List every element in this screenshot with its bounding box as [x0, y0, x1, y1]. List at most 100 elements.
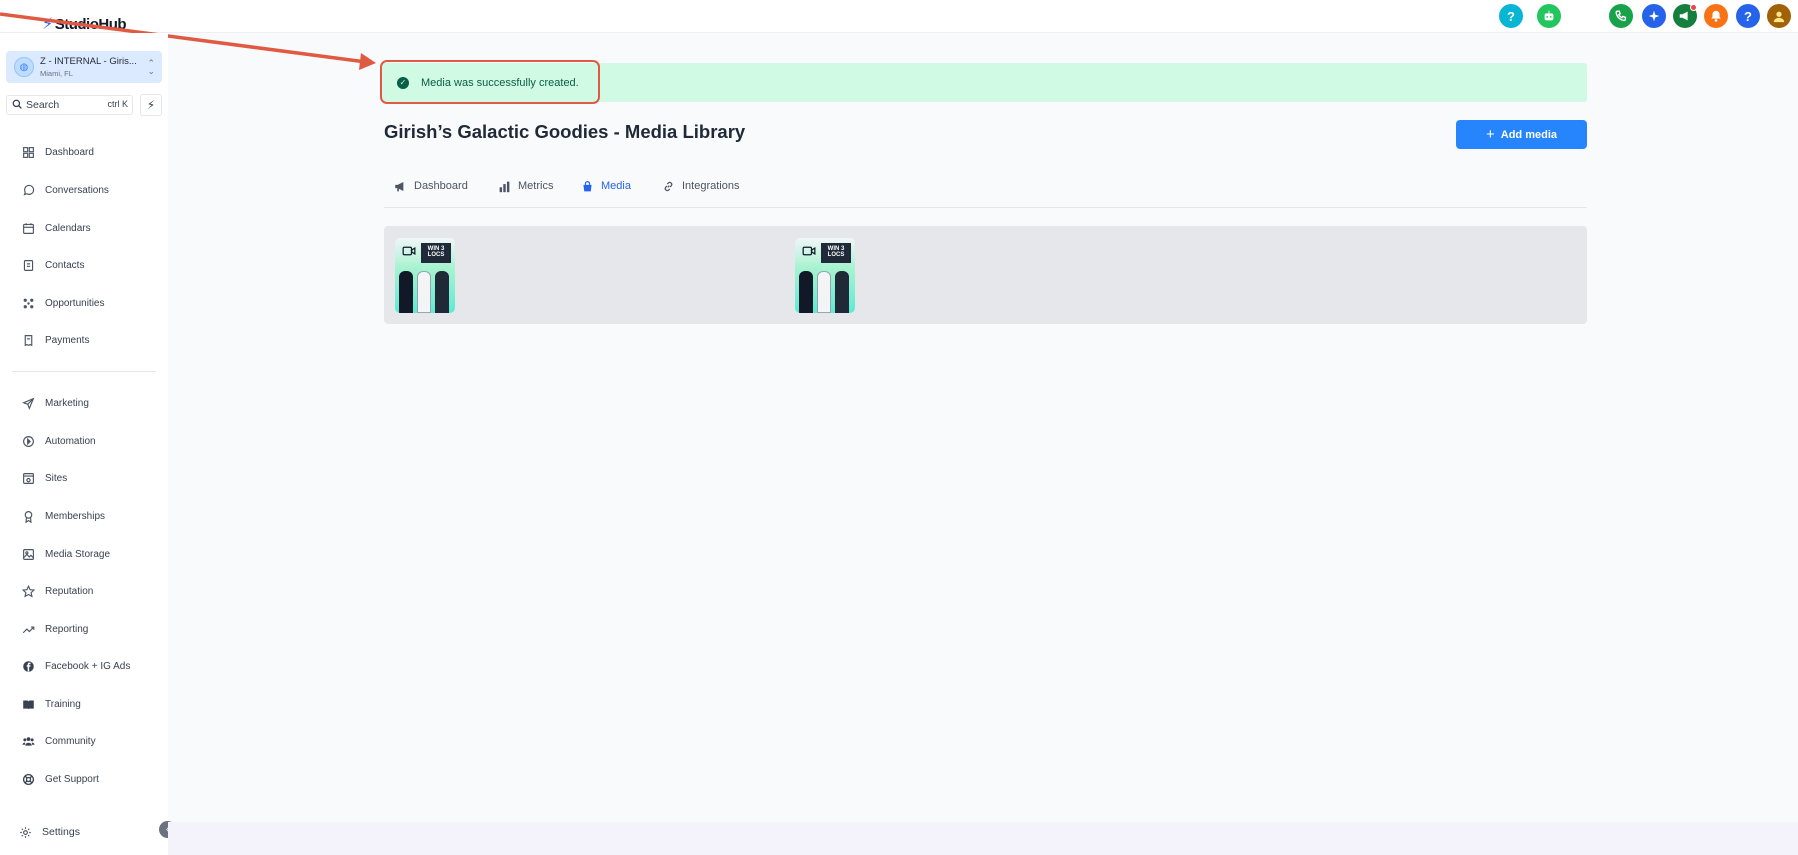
sidebar-item-label: Payments: [45, 334, 90, 346]
receipt-icon: [21, 333, 35, 347]
sidebar-item-label: Contacts: [45, 259, 85, 271]
tab-integrations[interactable]: Integrations: [661, 179, 739, 193]
account-location: Miami, FL: [40, 68, 73, 78]
sidebar-item-reporting[interactable]: Reporting: [21, 621, 88, 637]
sidebar-item-dashboard[interactable]: Dashboard: [21, 144, 94, 160]
add-media-button[interactable]: + Add media: [1456, 120, 1587, 149]
thumbnail-figure: [399, 271, 413, 313]
sidebar-item-media-storage[interactable]: Media Storage: [21, 546, 110, 562]
star-icon: [21, 584, 35, 598]
sidebar-item-label: Settings: [42, 826, 80, 838]
sidebar-divider: [12, 371, 156, 372]
video-camera-icon: [402, 246, 416, 256]
top-bar: ⚡ StudioHub ? ?: [0, 0, 1798, 33]
sidebar-item-label: Facebook + IG Ads: [45, 660, 131, 672]
thumbnail-figure: [835, 271, 849, 313]
tab-dashboard[interactable]: Dashboard: [393, 179, 468, 193]
account-avatar-icon: ◍: [14, 57, 34, 77]
search-input[interactable]: Search ctrl K: [6, 95, 133, 115]
media-thumbnail[interactable]: WIN 3 LOCS: [795, 238, 855, 313]
sidebar-item-reputation[interactable]: Reputation: [21, 583, 93, 599]
page-title: Girish’s Galactic Goodies - Media Librar…: [384, 121, 746, 142]
add-media-label: Add media: [1500, 128, 1557, 141]
video-camera-icon: [802, 246, 816, 256]
gear-icon: [18, 825, 32, 839]
sidebar-item-community[interactable]: Community: [21, 733, 96, 749]
tab-metrics[interactable]: Metrics: [497, 179, 553, 193]
plus-icon: +: [1486, 126, 1495, 143]
tab-media[interactable]: Media: [580, 179, 631, 193]
bar-chart-icon: [497, 179, 511, 193]
search-placeholder: Search: [26, 99, 60, 111]
thumbnail-figure: [799, 271, 813, 313]
tab-label: Integrations: [682, 180, 740, 192]
chevron-updown-icon: ⌃ ⌄: [147, 58, 155, 76]
sidebar-item-contacts[interactable]: Contacts: [21, 257, 84, 273]
sidebar-item-training[interactable]: Training: [21, 696, 81, 712]
link-icon: [661, 179, 675, 193]
sidebar-item-label: Reputation: [45, 585, 94, 597]
user-avatar[interactable]: [1767, 4, 1791, 28]
sidebar-item-sites[interactable]: Sites: [21, 470, 67, 486]
sidebar-item-memberships[interactable]: Memberships: [21, 508, 105, 524]
logo-text: StudioHub: [54, 15, 127, 33]
question-icon[interactable]: ?: [1736, 4, 1760, 28]
notification-dot: [1690, 4, 1697, 11]
megaphone-icon[interactable]: [1673, 4, 1697, 28]
sidebar-item-label: Automation: [45, 435, 96, 447]
sidebar-item-calendars[interactable]: Calendars: [21, 220, 91, 236]
sparkle-icon[interactable]: [1642, 4, 1666, 28]
annotation-highlight-box: [380, 60, 600, 104]
media-grid: WIN 3 LOCS WIN 3 LOCS: [384, 226, 1587, 324]
sidebar-item-opportunities[interactable]: Opportunities: [21, 295, 104, 311]
sidebar-item-payments[interactable]: Payments: [21, 332, 89, 348]
contacts-icon: [21, 258, 35, 272]
trend-icon: [21, 622, 35, 636]
users-icon: [21, 734, 35, 748]
help-icon[interactable]: ?: [1499, 4, 1523, 28]
award-icon: [21, 509, 35, 523]
sidebar-item-label: Training: [45, 698, 81, 710]
phone-icon[interactable]: [1609, 4, 1633, 28]
automation-icon: [21, 434, 35, 448]
account-switcher[interactable]: ◍ Z - INTERNAL - Giris... Miami, FL ⌃ ⌄: [6, 51, 162, 83]
tab-label: Media: [601, 180, 631, 192]
book-icon: [21, 697, 35, 711]
studiohub-logo[interactable]: ⚡ StudioHub: [42, 14, 127, 34]
send-icon: [21, 396, 35, 410]
sidebar-item-label: Marketing: [45, 397, 89, 409]
sidebar-item-conversations[interactable]: Conversations: [21, 182, 109, 198]
thumbnail-figure: [817, 271, 831, 313]
thumbnail-figure: [435, 271, 449, 313]
thumbnail-caption: WIN 3 LOCS: [821, 243, 851, 263]
logo-bolt-icon: ⚡: [42, 16, 53, 33]
sidebar-item-label: Dashboard: [45, 146, 94, 158]
sidebar-item-label: Sites: [45, 472, 68, 484]
sites-icon: [21, 471, 35, 485]
sidebar-item-label: Get Support: [45, 773, 99, 785]
sidebar-item-label: Memberships: [45, 510, 106, 522]
thumbnail-figure: [417, 271, 431, 313]
sidebar-item-automation[interactable]: Automation: [21, 433, 96, 449]
lightning-icon: ⚡: [146, 98, 156, 112]
sidebar-item-marketing[interactable]: Marketing: [21, 395, 89, 411]
bell-icon[interactable]: [1704, 4, 1728, 28]
sidebar-item-settings[interactable]: Settings: [18, 824, 80, 840]
search-icon: [12, 99, 22, 112]
account-name: Z - INTERNAL - Giris...: [40, 56, 137, 67]
sidebar-item-label: Calendars: [45, 222, 91, 234]
grid-icon: [21, 145, 35, 159]
image-icon: [21, 547, 35, 561]
sidebar-item-facebook-ig-ads[interactable]: Facebook + IG Ads: [21, 658, 130, 674]
tab-label: Metrics: [518, 180, 554, 192]
sidebar-item-get-support[interactable]: Get Support: [21, 771, 99, 787]
quick-actions-button[interactable]: ⚡: [140, 94, 162, 116]
bot-icon[interactable]: [1537, 4, 1561, 28]
tab-bar: Dashboard Metrics Media Integrations: [384, 176, 1587, 208]
sidebar-item-label: Conversations: [45, 184, 109, 196]
bag-icon: [580, 179, 594, 193]
thumbnail-caption: WIN 3 LOCS: [421, 243, 451, 263]
media-thumbnail[interactable]: WIN 3 LOCS: [395, 238, 455, 313]
tab-label: Dashboard: [414, 180, 468, 192]
calendar-icon: [21, 221, 35, 235]
